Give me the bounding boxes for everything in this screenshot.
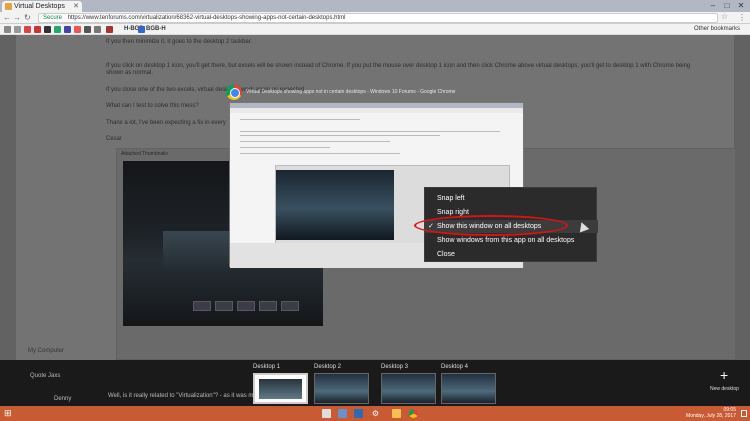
address-toolbar: ← → ↻ Secure https://www.tenforums.com/v… [0, 12, 750, 24]
desktop-label: Desktop 1 [253, 364, 281, 370]
desktop-label: Desktop 4 [441, 364, 469, 370]
forward-icon[interactable]: → [13, 13, 21, 23]
window-close-icon[interactable]: ✕ [734, 0, 748, 12]
reload-icon[interactable]: ↻ [24, 13, 31, 23]
chrome-menu-icon[interactable]: ⋮ [738, 13, 746, 22]
browser-titlebar: Virtual Desktops ✕ – □ ✕ [0, 0, 750, 12]
bookmark-icon[interactable] [54, 26, 61, 33]
tab-title: Virtual Desktops [14, 3, 65, 10]
bookmark-icon[interactable] [24, 26, 31, 33]
chrome-taskbar-icon[interactable] [409, 409, 418, 418]
desktop-4[interactable]: Desktop 4 [441, 364, 499, 404]
back-icon[interactable]: ← [3, 13, 11, 23]
bookmark-icon[interactable] [34, 26, 41, 33]
plus-icon: + [720, 367, 729, 383]
bookmark-icon[interactable] [74, 26, 81, 33]
desktop-thumbnail [314, 373, 369, 404]
bookmark-icon[interactable] [84, 26, 91, 33]
desktop-label: Desktop 2 [314, 364, 342, 370]
desktop-thumbnail [253, 373, 308, 404]
browser-tab[interactable]: Virtual Desktops ✕ [2, 1, 82, 12]
task-view-icon[interactable] [322, 409, 331, 418]
bookmarks-bar: H-BGB BGB-H Other bookmarks [0, 24, 750, 35]
chrome-icon [226, 84, 242, 100]
desktop-label: Desktop 3 [381, 364, 409, 370]
desktop-thumbnail [381, 373, 436, 404]
bookmark-icon[interactable] [4, 26, 11, 33]
clock-date: Monday, July 28, 2017 [686, 413, 736, 419]
bookmark-bgb-h[interactable]: BGB-H [146, 24, 166, 35]
url-text: https://www.tenforums.com/virtualization… [67, 15, 346, 21]
desktop-1[interactable]: Desktop 1 [253, 364, 311, 404]
maximize-icon[interactable]: □ [720, 0, 734, 12]
other-bookmarks[interactable]: Other bookmarks [694, 24, 740, 35]
settings-gear-icon[interactable]: ⚙ [371, 409, 380, 418]
bookmark-icon[interactable] [138, 26, 145, 33]
desktop-thumbnail [441, 373, 496, 404]
minimize-icon[interactable]: – [706, 0, 720, 12]
menu-item-show-app-all-desktops[interactable]: Show windows from this app on all deskto… [425, 234, 598, 247]
bookmark-star-icon[interactable]: ☆ [721, 12, 728, 21]
new-desktop-button[interactable]: + New desktop [708, 368, 744, 398]
virtual-desktops-strip: Desktop 1 Desktop 2 Desktop 3 Desktop 4 [0, 360, 750, 406]
windows-taskbar: ⊞ ⚙ 09:05 Monday, July 28, 2017 [0, 406, 750, 421]
poster-name: Denny [54, 396, 72, 402]
desktop-3[interactable]: Desktop 3 [381, 364, 439, 404]
tenforums-favicon-icon [5, 3, 12, 10]
secure-label: Secure [43, 15, 63, 21]
bookmark-icon[interactable] [106, 26, 113, 33]
reply-snippet: Well, is it really related to "Virtualiz… [108, 393, 254, 399]
url-input[interactable]: Secure https://www.tenforums.com/virtual… [38, 13, 718, 23]
menu-item-close[interactable]: Close [425, 248, 598, 261]
screenshot-root: Virtual Desktops ✕ – □ ✕ ← → ↻ Secure ht… [0, 0, 750, 421]
bookmark-icon[interactable] [94, 26, 101, 33]
clock[interactable]: 09:05 Monday, July 28, 2017 [686, 407, 736, 419]
new-desktop-label: New desktop [710, 386, 739, 392]
highlight-ellipse [414, 215, 568, 236]
file-explorer-icon[interactable] [392, 409, 401, 418]
window-preview-title: Virtual Desktops showing apps not in cer… [246, 89, 456, 95]
bookmark-icon[interactable] [14, 26, 21, 33]
windows-start-icon[interactable]: ⊞ [4, 409, 12, 418]
menu-item-snap-left[interactable]: Snap left [425, 192, 598, 205]
quote-link[interactable]: Quote Jaxs [30, 373, 60, 379]
app-icon[interactable] [338, 409, 347, 418]
desktop-2[interactable]: Desktop 2 [314, 364, 372, 404]
bookmark-icon[interactable] [64, 26, 71, 33]
notifications-icon[interactable] [741, 410, 747, 417]
app-icon[interactable] [354, 409, 363, 418]
tab-close-icon[interactable]: ✕ [73, 1, 79, 12]
bookmark-icon[interactable] [44, 26, 51, 33]
